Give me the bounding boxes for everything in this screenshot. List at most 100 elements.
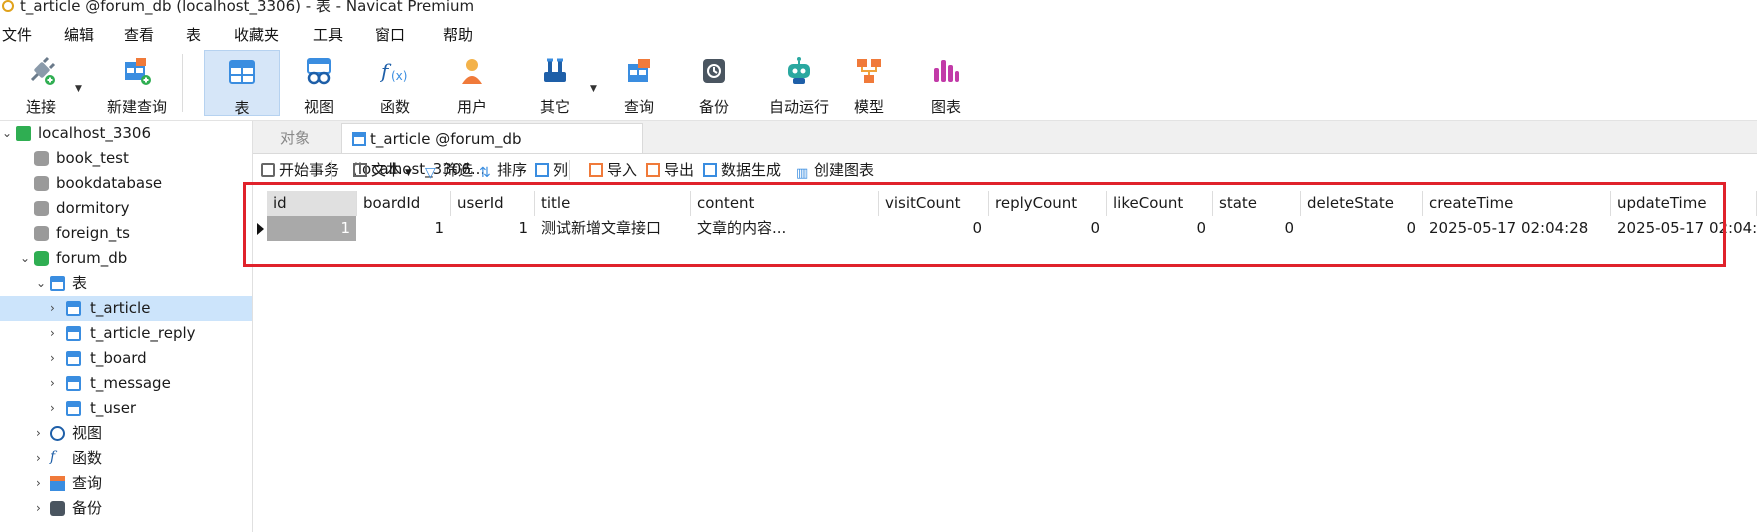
filter-icon: ▽ xyxy=(425,165,436,181)
model-icon xyxy=(857,59,881,83)
import-label: 导入 xyxy=(607,161,638,179)
backup-icon xyxy=(703,59,725,83)
tree-queries-group[interactable]: › 查询 xyxy=(0,471,252,496)
table-icon xyxy=(66,401,81,416)
tab-objects[interactable]: 对象 xyxy=(253,123,337,153)
robot-icon xyxy=(788,57,810,84)
chart-button[interactable]: 图表 xyxy=(915,50,977,116)
connect-dropdown-icon[interactable]: ▼ xyxy=(75,84,82,94)
view-icon xyxy=(307,58,331,85)
table-icon xyxy=(66,326,81,341)
filter-button[interactable]: ▽ 筛选 xyxy=(425,160,473,180)
data-generation-icon xyxy=(703,163,717,177)
tree-active-database[interactable]: ⌄ forum_db xyxy=(0,246,252,271)
table-label: t_user xyxy=(90,399,137,417)
query-button[interactable]: 查询 xyxy=(608,50,670,116)
chevron-right-icon[interactable]: › xyxy=(50,346,55,371)
menu-favorites[interactable]: 收藏夹 xyxy=(234,24,279,45)
main-toolbar: 连接 ▼ 新建查询 表 视图 f (x) 函数 用户 其它 ▼ 查询 备份 自动运… xyxy=(0,46,1757,121)
table-icon xyxy=(66,351,81,366)
sort-icon: ⇅ xyxy=(479,165,491,181)
table-label: t_article xyxy=(90,299,151,317)
chevron-down-icon[interactable]: ⌄ xyxy=(2,121,12,146)
import-button[interactable]: 导入 xyxy=(589,160,637,180)
export-label: 导出 xyxy=(664,161,695,179)
menu-file[interactable]: 文件 xyxy=(2,24,32,45)
view-button[interactable]: 视图 xyxy=(288,50,350,116)
table-button[interactable]: 表 xyxy=(204,50,280,117)
tree-table-item[interactable]: › t_article_reply xyxy=(0,321,252,346)
tree-views-group[interactable]: › 视图 xyxy=(0,421,252,446)
tree-table-item[interactable]: › t_message xyxy=(0,371,252,396)
new-query-button[interactable]: 新建查询 xyxy=(88,50,186,116)
database-open-icon xyxy=(34,251,49,266)
menu-edit[interactable]: 编辑 xyxy=(64,24,94,45)
tree-functions-group[interactable]: › f 函数 xyxy=(0,446,252,471)
connect-button[interactable]: 连接 xyxy=(10,50,72,116)
chevron-down-icon[interactable]: ⌄ xyxy=(36,271,46,296)
table-icon xyxy=(66,376,81,391)
data-generation-button[interactable]: 数据生成 xyxy=(703,160,781,180)
transaction-icon xyxy=(261,163,275,177)
chevron-right-icon[interactable]: › xyxy=(50,396,55,421)
menu-window[interactable]: 窗口 xyxy=(375,24,405,45)
table-icon xyxy=(66,301,81,316)
create-chart-button[interactable]: ▥ 创建图表 xyxy=(796,160,874,181)
chevron-right-icon[interactable]: › xyxy=(36,446,41,471)
tree-table-item[interactable]: › t_article xyxy=(0,296,252,321)
chevron-right-icon[interactable]: › xyxy=(36,496,41,521)
toolbar-separator xyxy=(569,160,570,180)
begin-transaction-button[interactable]: 开始事务 xyxy=(261,160,339,180)
view-icon xyxy=(50,426,65,441)
chevron-right-icon[interactable]: › xyxy=(36,471,41,496)
tree-backups-group[interactable]: › 备份 xyxy=(0,496,252,521)
function-button[interactable]: f (x) 函数 xyxy=(364,50,426,116)
import-icon xyxy=(589,163,603,177)
backups-group-label: 备份 xyxy=(72,499,103,517)
tree-table-item[interactable]: › t_board xyxy=(0,346,252,371)
new-query-label: 新建查询 xyxy=(106,98,167,116)
automation-button[interactable]: 自动运行 xyxy=(754,50,844,116)
connection-label: localhost_3306 xyxy=(38,124,152,142)
new-query-icon xyxy=(125,58,151,85)
query-icon xyxy=(50,476,65,491)
database-label: dormitory xyxy=(56,199,130,217)
function-icon: f xyxy=(50,449,56,465)
tab-table-t-article[interactable]: t_article @forum_db (localhost_3306... xyxy=(341,123,643,178)
chevron-right-icon[interactable]: › xyxy=(50,321,55,346)
export-button[interactable]: 导出 xyxy=(646,160,694,180)
backup-button[interactable]: 备份 xyxy=(683,50,745,116)
tree-table-item[interactable]: › t_user xyxy=(0,396,252,421)
columns-button[interactable]: 列 xyxy=(535,160,568,180)
other-button[interactable]: 其它 xyxy=(524,50,586,116)
menu-help[interactable]: 帮助 xyxy=(443,24,473,45)
model-label: 模型 xyxy=(853,98,884,116)
tab-bar: 对象 t_article @forum_db (localhost_3306..… xyxy=(253,121,1757,178)
tree-database[interactable]: foreign_ts xyxy=(0,221,252,246)
function-label: 函数 xyxy=(379,98,410,116)
views-group-label: 视图 xyxy=(72,424,103,442)
tree-tables-group[interactable]: ⌄ 表 xyxy=(0,271,252,296)
toolbar-separator xyxy=(182,54,183,112)
chevron-right-icon[interactable]: › xyxy=(50,371,55,396)
text-view-button[interactable]: 文本 ▼ xyxy=(353,160,412,180)
chevron-right-icon[interactable]: › xyxy=(36,421,41,446)
text-icon xyxy=(353,163,367,177)
user-button[interactable]: 用户 xyxy=(441,50,503,116)
menu-view[interactable]: 查看 xyxy=(124,24,154,45)
svg-text:(x): (x) xyxy=(391,69,407,83)
tree-database[interactable]: book_test xyxy=(0,146,252,171)
tree-database[interactable]: bookdatabase xyxy=(0,171,252,196)
tree-connection[interactable]: ⌄ localhost_3306 xyxy=(0,121,252,146)
automation-label: 自动运行 xyxy=(768,98,829,116)
menu-table[interactable]: 表 xyxy=(186,24,201,45)
chevron-down-icon[interactable]: ⌄ xyxy=(20,246,30,271)
sort-button[interactable]: ⇅ 排序 xyxy=(479,160,527,180)
other-dropdown-icon[interactable]: ▼ xyxy=(590,84,597,94)
tables-group-label: 表 xyxy=(72,274,88,292)
menu-tools[interactable]: 工具 xyxy=(313,24,343,45)
model-button[interactable]: 模型 xyxy=(838,50,900,116)
tree-database[interactable]: dormitory xyxy=(0,196,252,221)
chevron-right-icon[interactable]: › xyxy=(50,296,55,321)
functions-group-label: 函数 xyxy=(72,449,103,467)
